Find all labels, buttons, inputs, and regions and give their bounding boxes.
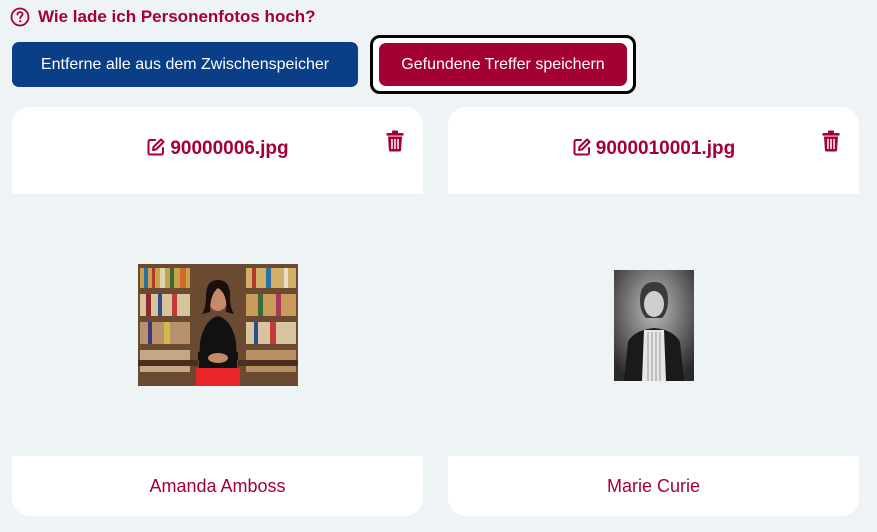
person-name: Amanda Amboss [12,456,423,516]
person-photo [614,270,694,381]
filename-label: 9000010001.jpg [595,138,736,159]
card-header: 90000006.jpg [12,107,423,194]
clear-cache-button[interactable]: Entferne alle aus dem Zwischenspeicher [12,42,358,87]
photo-card: 9000010001.jpg Marie Curie [448,107,859,516]
save-matches-button[interactable]: Gefundene Treffer speichern [379,43,627,86]
question-circle-icon [10,7,30,27]
edit-icon [572,137,592,157]
trash-icon[interactable] [822,130,840,152]
help-link[interactable]: Wie lade ich Personenfotos hoch? [10,7,316,27]
filename-edit-link[interactable]: 90000006.jpg [12,137,423,160]
edit-icon [146,137,166,157]
card-header: 9000010001.jpg [448,107,859,194]
person-name: Marie Curie [448,456,859,516]
filename-edit-link[interactable]: 9000010001.jpg [448,137,859,160]
person-photo [138,264,298,386]
trash-icon[interactable] [386,130,404,152]
photo-card: 90000006.jpg Amanda Amboss [12,107,423,516]
help-link-label: Wie lade ich Personenfotos hoch? [38,7,316,26]
filename-label: 90000006.jpg [170,138,289,159]
